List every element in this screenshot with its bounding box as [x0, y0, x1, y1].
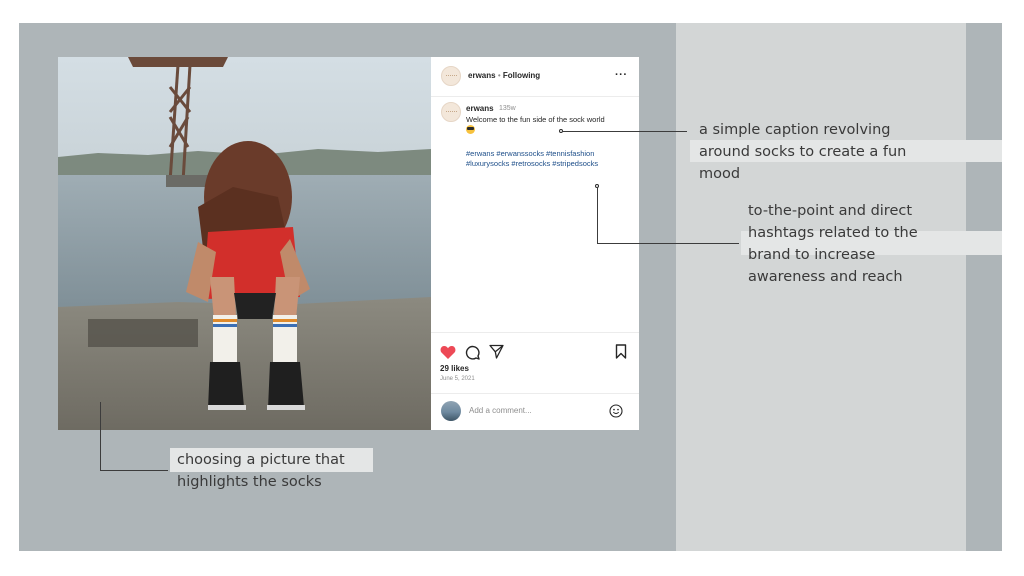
bookmark-icon[interactable]	[615, 344, 627, 359]
post-username[interactable]: erwans	[468, 71, 496, 80]
hashtags-annotation-line-horizontal	[597, 243, 739, 244]
annotation-line: brand to increase	[748, 247, 876, 263]
heart-icon[interactable]	[440, 345, 456, 360]
picture-annotation-line-vertical	[100, 402, 101, 471]
post-date: June 5, 2021	[440, 376, 475, 382]
hashtags-annotation-line-vertical	[597, 188, 598, 243]
picture-annotation: choosing a picture that highlights the s…	[177, 449, 397, 493]
smile-icon[interactable]	[609, 404, 623, 418]
caption-avatar[interactable]	[441, 102, 461, 122]
hashtags-line[interactable]: #erwans #erwanssocks #tennisfashion	[466, 149, 636, 159]
caption-annotation-line	[563, 131, 687, 132]
annotation-line: highlights the socks	[177, 474, 322, 490]
hashtags-annotation: to-the-point and direct hashtags related…	[748, 200, 998, 288]
post-photo	[58, 57, 431, 430]
share-icon[interactable]	[489, 344, 504, 359]
comment-input[interactable]: Add a comment...	[469, 406, 532, 415]
annotation-line: mood	[699, 166, 741, 182]
hashtags: #erwans #erwanssocks #tennisfashion #lux…	[466, 149, 636, 169]
caption-username[interactable]: erwans	[466, 104, 494, 113]
post-username-row: erwans • Following	[468, 71, 540, 80]
caption-text: Welcome to the fun side of the sock worl…	[466, 115, 605, 124]
annotation-line: choosing a picture that	[177, 452, 345, 468]
annotation-line: a simple caption revolving	[699, 122, 891, 138]
post-header: erwans • Following ···	[431, 57, 639, 97]
comment-icon[interactable]	[465, 345, 480, 360]
sunglasses-emoji-icon	[466, 125, 475, 134]
picture-annotation-line-horizontal	[100, 470, 168, 471]
comment-bar: Add a comment...	[431, 393, 639, 432]
annotation-line: awareness and reach	[748, 269, 903, 285]
likes-count[interactable]: 29 likes	[440, 364, 469, 373]
user-avatar	[441, 401, 461, 421]
following-status[interactable]: Following	[503, 71, 540, 80]
annotation-line: around socks to create a fun	[699, 144, 907, 160]
annotation-line: to-the-point and direct	[748, 203, 913, 219]
caption-annotation: a simple caption revolving around socks …	[699, 119, 999, 185]
more-icon[interactable]: ···	[615, 69, 628, 81]
hashtags-line[interactable]: #luxurysocks #retrosocks #stripedsocks	[466, 159, 636, 169]
annotation-line: hashtags related to the	[748, 225, 918, 241]
separator-dot: •	[497, 71, 501, 80]
profile-avatar[interactable]	[441, 66, 461, 86]
caption-time: 135w	[499, 105, 516, 112]
post-actions: 29 likes June 5, 2021 Add a comment...	[431, 332, 639, 431]
